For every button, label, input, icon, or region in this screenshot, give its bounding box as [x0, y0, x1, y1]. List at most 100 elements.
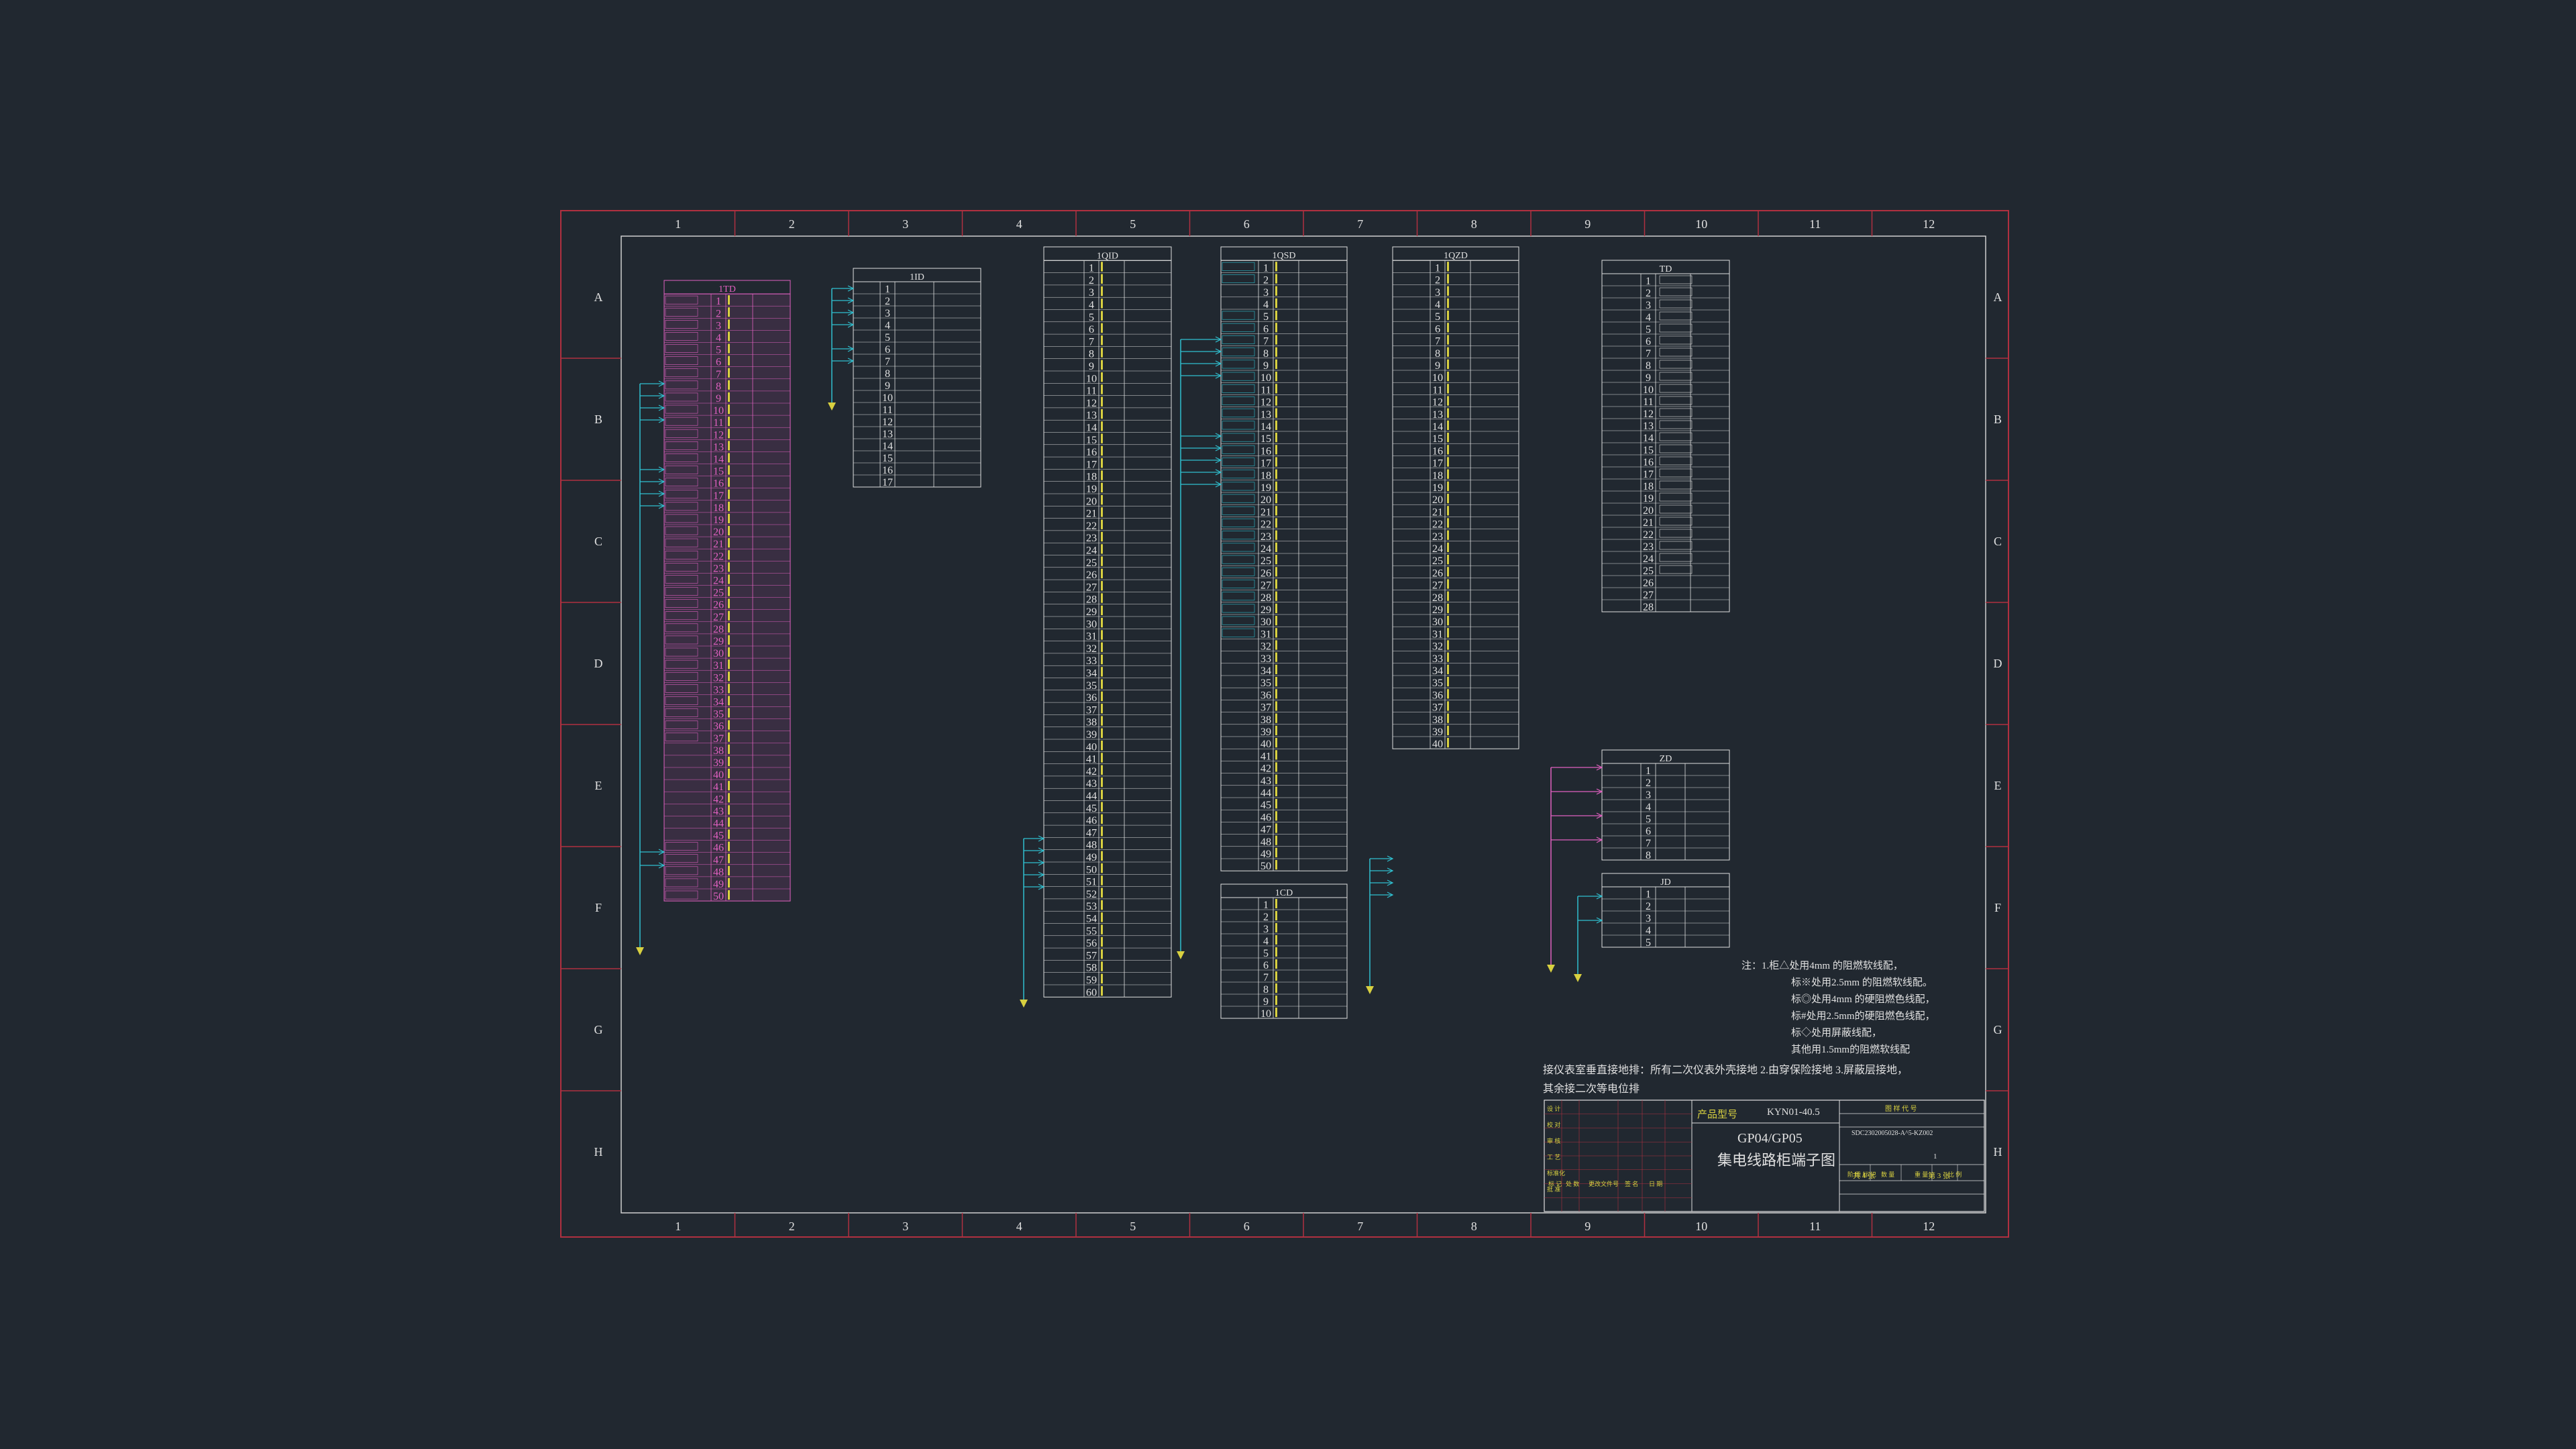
terminal-number: 12 — [1086, 396, 1097, 409]
terminal-link-mark — [1101, 839, 1103, 849]
terminal-number: 7 — [885, 356, 890, 368]
row-label-left: F — [595, 901, 602, 914]
wire-id-box — [1222, 543, 1255, 552]
terminal-link-mark — [1275, 786, 1277, 796]
wire-id-box — [1659, 492, 1693, 502]
terminal-link-mark — [1101, 667, 1103, 677]
terminal-number: 25 — [713, 588, 724, 599]
terminal-link-mark — [1101, 802, 1103, 812]
terminal-link-mark — [1275, 445, 1277, 455]
wire-end-arrow — [1177, 951, 1185, 959]
note-line-3: 标◎处用4mm 的硬阻燃色线配， — [1791, 994, 1935, 1005]
cad-viewport[interactable]: 1 1 2 2 3 3 4 4 5 5 6 6 7 7 8 8 9 9 10 10 11 11 12 12 A A B B C C D D E E… — [0, 0, 2576, 1449]
strip-title: ZD — [1660, 754, 1672, 764]
terminal-number: 26 — [713, 600, 724, 611]
terminal-link-mark — [1275, 799, 1277, 809]
terminal-link-mark — [1101, 433, 1103, 443]
terminal-link-mark — [728, 877, 730, 888]
terminal-link-mark — [1275, 591, 1277, 601]
wire-id-box — [1659, 553, 1693, 562]
wire-id-box — [1659, 541, 1693, 550]
terminal-number: 8 — [1646, 360, 1651, 372]
terminal-number: 39 — [713, 757, 724, 769]
terminal-link-mark — [1275, 359, 1277, 369]
strip-title: 1CD — [1275, 888, 1293, 898]
terminal-number: 20 — [1086, 494, 1097, 507]
wire-id-box — [1222, 262, 1255, 271]
wire-id-box — [1659, 323, 1693, 333]
terminal-link-mark — [1447, 274, 1449, 284]
sheet-total: 共 4 张 — [1853, 1172, 1875, 1180]
terminal-number: 20 — [1432, 494, 1443, 506]
terminal-link-mark — [1447, 372, 1449, 382]
terminal-number: 5 — [1646, 324, 1651, 335]
ground-note-line-2: 其余接二次等电位排 — [1543, 1083, 1640, 1095]
terminal-number: 9 — [1435, 360, 1440, 372]
terminal-number: 5 — [885, 332, 890, 343]
terminal-link-mark — [1101, 851, 1103, 861]
terminal-number: 4 — [716, 333, 721, 344]
terminal-number: 8 — [1435, 347, 1440, 360]
terminal-link-mark — [1447, 311, 1449, 321]
wire-id-box — [1222, 531, 1255, 540]
wire-id-box — [1659, 408, 1693, 417]
terminal-number: 22 — [713, 551, 724, 562]
terminal-number: 21 — [1432, 506, 1443, 518]
terminal-number: 51 — [1086, 875, 1097, 888]
wire-id-box — [1222, 445, 1255, 454]
terminal-link-mark — [1447, 725, 1449, 735]
terminal-number: 7 — [1646, 348, 1651, 360]
terminal-link-mark — [1275, 274, 1277, 284]
terminal-link-mark — [1275, 481, 1277, 491]
terminal-link-mark — [1275, 262, 1277, 272]
terminal-number: 4 — [1089, 299, 1094, 311]
terminal-number: 36 — [713, 721, 724, 733]
row-label-right: B — [1994, 413, 2002, 426]
terminal-link-mark — [1101, 507, 1103, 517]
terminal-number: 36 — [1086, 691, 1097, 704]
terminal-link-mark — [1275, 542, 1277, 552]
terminal-number: 17 — [713, 490, 724, 502]
terminal-link-mark — [1447, 494, 1449, 504]
terminal-number: 17 — [1086, 458, 1097, 470]
terminal-link-mark — [728, 295, 730, 305]
terminal-number: 19 — [1432, 482, 1443, 494]
terminal-link-mark — [1101, 741, 1103, 751]
wire-id-box — [1659, 432, 1693, 441]
terminal-number: 9 — [1646, 372, 1651, 384]
terminal-number: 27 — [1260, 580, 1271, 592]
wire-id-box — [1659, 565, 1693, 574]
terminal-link-mark — [728, 307, 730, 317]
terminal-number: 23 — [1432, 531, 1443, 543]
strip-body — [853, 281, 981, 488]
column-label-bottom: 4 — [1016, 1220, 1022, 1233]
wire-id-box — [1659, 517, 1693, 526]
terminal-number: 53 — [1086, 900, 1097, 912]
terminal-link-mark — [1275, 823, 1277, 833]
terminal-link-mark — [1275, 494, 1277, 504]
terminal-number: 12 — [1260, 396, 1271, 409]
wire-id-box — [1222, 323, 1255, 332]
terminal-number: 15 — [713, 466, 724, 478]
terminal-link-mark — [728, 550, 730, 560]
terminal-number: 29 — [1260, 604, 1271, 616]
wire-id-box — [1222, 311, 1255, 320]
terminal-number: 8 — [1263, 984, 1269, 996]
wire-id-box — [1222, 628, 1255, 637]
terminal-link-mark — [1101, 936, 1103, 947]
column-label-bottom: 1 — [675, 1220, 681, 1233]
wire-id-box — [1659, 468, 1693, 478]
wire-id-box — [1659, 299, 1693, 309]
terminal-number: 6 — [1263, 323, 1269, 335]
terminal-number: 24 — [1086, 544, 1097, 557]
terminal-link-mark — [1101, 888, 1103, 898]
terminal-number: 5 — [1646, 814, 1651, 825]
row-label-right: D — [1994, 657, 2002, 670]
terminal-link-mark — [728, 756, 730, 766]
terminal-number: 11 — [713, 417, 724, 429]
terminal-link-mark — [1101, 863, 1103, 873]
terminal-strip-1QSD: 1QSD123456789101112131415161718192021222… — [1220, 246, 1348, 872]
strip-title: 1QID — [1097, 251, 1118, 261]
terminal-number: 22 — [1432, 519, 1443, 531]
wire-id-box — [1222, 421, 1255, 430]
